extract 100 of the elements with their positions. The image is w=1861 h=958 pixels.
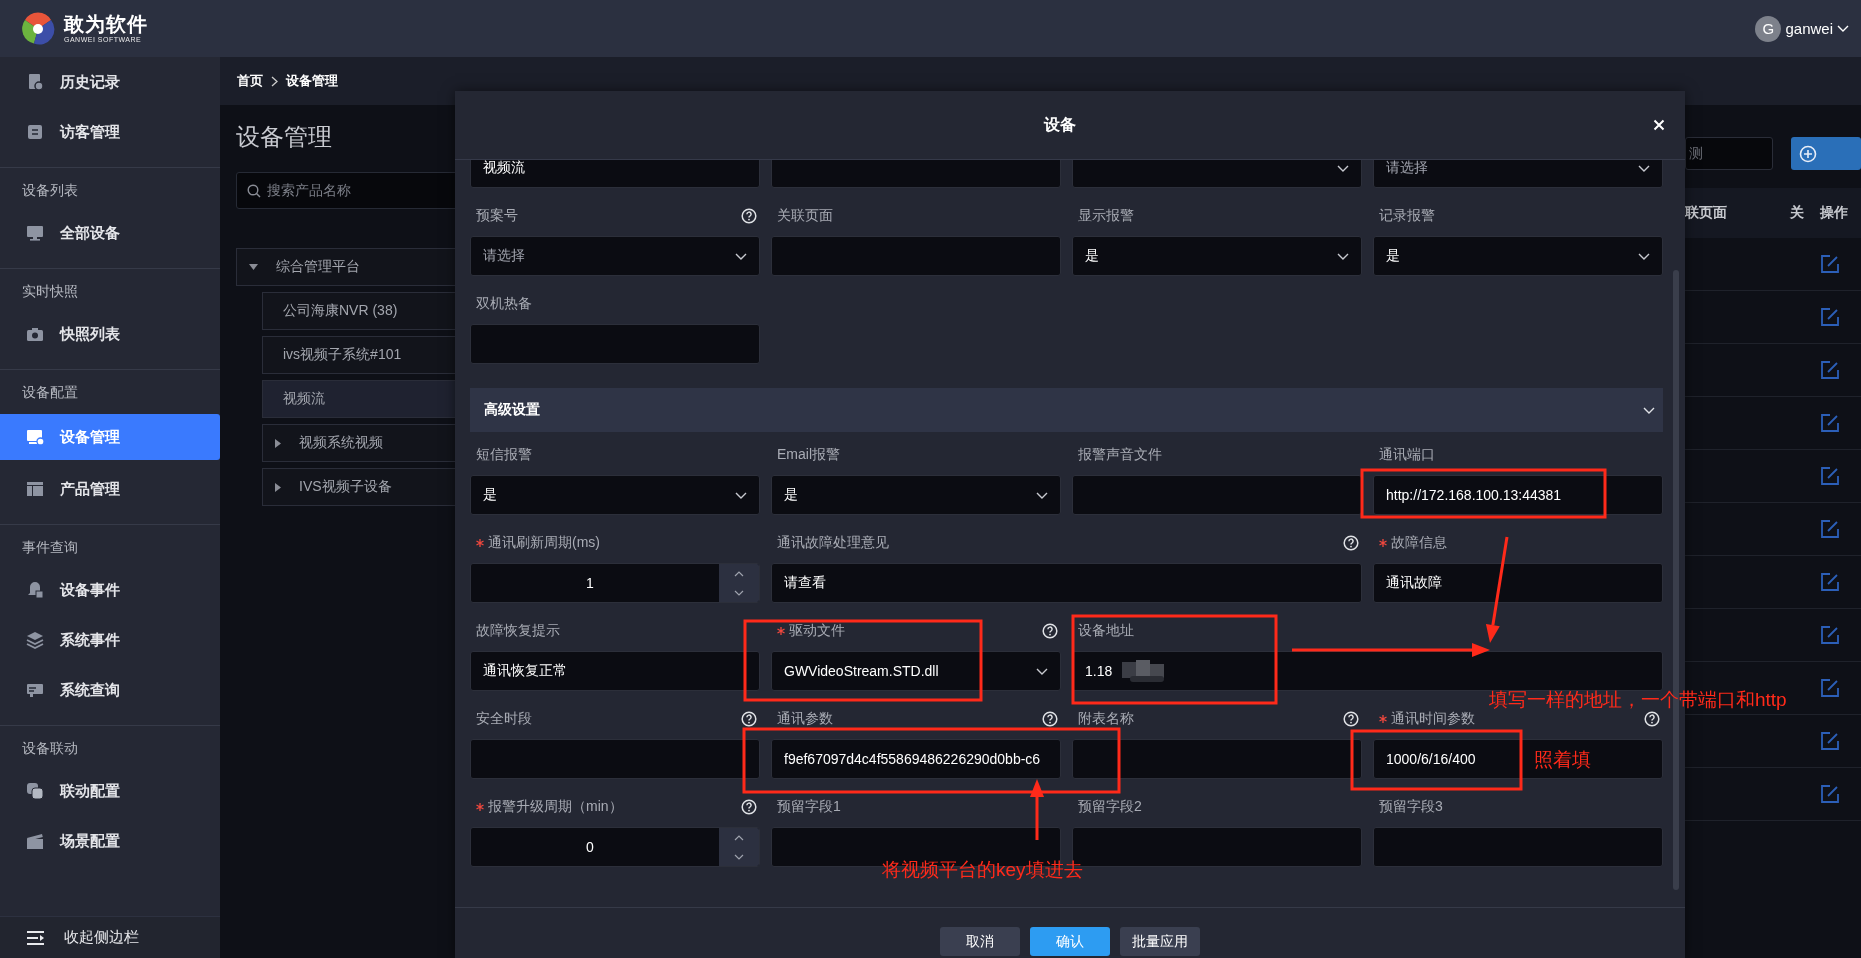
logo-icon — [20, 10, 56, 47]
search-placeholder: 搜索产品名称 — [267, 181, 351, 200]
user-name[interactable]: ganwei — [1785, 20, 1833, 37]
dialog-button[interactable]: 批量应用 — [1120, 927, 1200, 956]
edit-icon — [1820, 784, 1840, 804]
section-header[interactable]: 高级设置 — [470, 388, 1663, 432]
chevron-down-icon — [1337, 164, 1349, 172]
sidebar-item[interactable]: 访客管理 — [0, 107, 220, 157]
chevron-down-icon — [1036, 491, 1048, 499]
select-field[interactable]: 是 — [470, 475, 760, 515]
card-icon — [26, 681, 44, 699]
field-label: 记录报警 — [1379, 207, 1435, 225]
spinner-control[interactable] — [719, 564, 759, 602]
input-field[interactable] — [470, 324, 760, 364]
number-field[interactable]: 1 — [470, 563, 760, 603]
field-value: 1.18 — [1085, 663, 1113, 679]
section-title: 设备配置 — [0, 369, 220, 410]
select-field[interactable]: 是 — [1373, 236, 1663, 276]
input-field[interactable]: 1.18 — [1072, 651, 1663, 691]
field-label: 预留字段3 — [1379, 798, 1443, 816]
layers-icon — [26, 631, 44, 649]
edit-icon — [1820, 625, 1840, 645]
edit-icon — [1820, 678, 1840, 698]
input-field[interactable] — [1072, 475, 1362, 515]
spinner-control[interactable] — [719, 828, 759, 866]
input-field[interactable] — [771, 236, 1061, 276]
select-field[interactable]: 是 — [771, 475, 1061, 515]
column-header: 操作 — [1820, 204, 1848, 222]
input-field[interactable]: f9ef67097d4c4f55869486226290d0bb-c6 — [771, 739, 1061, 779]
sidebar-item[interactable]: 场景配置 — [0, 816, 220, 866]
logo-title: 敢为软件 — [64, 13, 148, 35]
caret-right-icon — [275, 482, 281, 492]
field-value: 是 — [483, 486, 497, 504]
select-field[interactable]: GWVideoStream.STD.dll — [771, 651, 1061, 691]
close-icon[interactable] — [1653, 119, 1665, 131]
field-value: f9ef67097d4c4f55869486226290d0bb-c6 — [784, 751, 1041, 767]
select-field[interactable]: 是 — [1072, 236, 1362, 276]
sidebar-item[interactable]: 设备管理 — [0, 414, 220, 460]
document-icon — [26, 73, 44, 91]
input-field[interactable] — [470, 739, 760, 779]
field-label: 关联页面 — [777, 207, 833, 225]
plus-circle-icon — [1799, 144, 1817, 163]
arrow — [1030, 779, 1044, 840]
field-label: 报警升级周期（min） — [488, 798, 623, 816]
edit-icon — [1820, 466, 1840, 486]
chevron-up-icon — [734, 570, 744, 577]
sidebar-item[interactable]: 产品管理 — [0, 464, 220, 514]
edit-icon — [1820, 731, 1840, 751]
input-field[interactable]: 通讯恢复正常 — [470, 651, 760, 691]
field-value: 1000/6/16/400 — [1386, 751, 1476, 767]
input-field[interactable] — [1373, 827, 1663, 867]
breadcrumb-link[interactable]: 设备管理 — [286, 72, 338, 90]
input-field[interactable] — [771, 160, 1061, 188]
add-button[interactable] — [1791, 137, 1861, 170]
section-title: 实时快照 — [0, 268, 220, 309]
sidebar-item[interactable]: 历史记录 — [0, 57, 220, 107]
field-label: 通讯刷新周期(ms) — [488, 534, 600, 552]
field-value: 通讯故障 — [1386, 574, 1442, 592]
caret-down-icon — [249, 264, 258, 270]
chevron-down-icon — [1643, 406, 1655, 414]
caret-right-icon — [275, 438, 281, 448]
field-label: 预留字段2 — [1078, 798, 1142, 816]
field-value: 是 — [784, 486, 798, 504]
input-field[interactable]: 通讯故障 — [1373, 563, 1663, 603]
card-icon — [26, 123, 44, 141]
sidebar-item[interactable]: 快照列表 — [0, 309, 220, 359]
sidebar-item[interactable]: 系统查询 — [0, 665, 220, 715]
input-field[interactable]: 请查看 — [771, 563, 1362, 603]
dialog-button[interactable]: 取消 — [940, 927, 1020, 956]
number-field[interactable]: 0 — [470, 827, 760, 867]
field-label: 通讯故障处理意见 — [777, 534, 889, 552]
chevron-right-icon — [271, 75, 278, 87]
breadcrumb-link[interactable]: 首页 — [237, 72, 263, 90]
chevron-down-icon — [1638, 252, 1650, 260]
field-value: 1 — [585, 575, 595, 591]
search-field[interactable]: 测 — [1685, 137, 1773, 170]
chevron-down-icon — [1036, 667, 1048, 675]
field-label: 故障恢复提示 — [476, 622, 560, 640]
search-icon — [247, 183, 261, 198]
chevron-down-icon — [734, 589, 744, 596]
input-field[interactable] — [1072, 739, 1362, 779]
input-field[interactable]: 视频流 — [470, 160, 760, 188]
field-label: 预留字段1 — [777, 798, 841, 816]
select-field[interactable] — [1072, 160, 1362, 188]
collapse-sidebar-button[interactable]: 收起侧边栏 — [0, 916, 220, 958]
annotation-note: 照着填 — [1534, 750, 1591, 770]
field-value: http://172.168.100.13:44381 — [1386, 487, 1562, 503]
input-field[interactable]: http://172.168.100.13:44381 — [1373, 475, 1663, 515]
sidebar-item[interactable]: 设备事件 — [0, 565, 220, 615]
select-field[interactable]: 请选择 — [470, 236, 760, 276]
field-label: 安全时段 — [476, 710, 532, 728]
chevron-down-icon — [1837, 25, 1849, 32]
sidebar-item[interactable]: 联动配置 — [0, 766, 220, 816]
annotation-note: 将视频平台的key填进去 — [882, 860, 1083, 880]
chevron-down-icon — [735, 491, 747, 499]
select-field[interactable]: 请选择 — [1373, 160, 1663, 188]
sidebar-item[interactable]: 全部设备 — [0, 208, 220, 258]
sidebar-item[interactable]: 系统事件 — [0, 615, 220, 665]
clapboard-icon — [26, 832, 44, 850]
field-label: Email报警 — [777, 446, 840, 464]
